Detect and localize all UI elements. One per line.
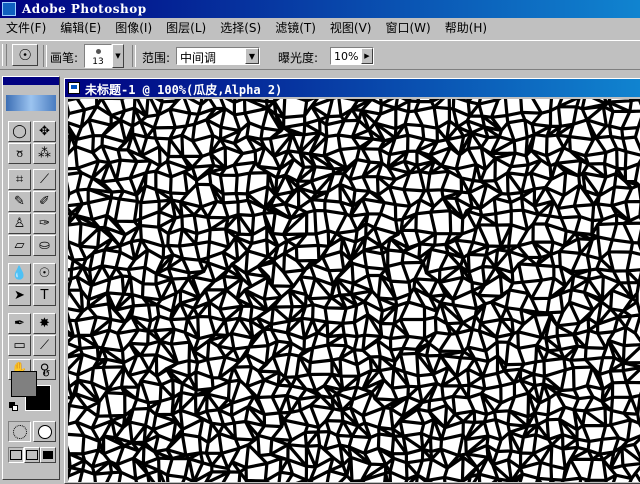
slice-icon: ⟋ — [39, 172, 50, 187]
lasso-icon: ჾ — [16, 146, 23, 161]
eraser-tool[interactable]: ▱ — [8, 235, 31, 256]
menu-file[interactable]: 文件(F) — [0, 18, 54, 38]
brush-preset-picker[interactable]: 13 — [84, 44, 112, 68]
triangle-down-icon: ▼ — [248, 51, 256, 61]
options-bar: ☉ 画笔: 13 ▼ 范围: 中间调 ▼ 曝光度: 10% ▶ — [0, 40, 640, 70]
foreground-color-swatch[interactable] — [11, 371, 37, 397]
healing-brush-icon: ✎ — [14, 194, 25, 209]
clone-stamp-tool[interactable]: ♙ — [8, 213, 31, 234]
app-title-bar[interactable]: Adobe Photoshop — [0, 0, 640, 18]
notes-tool[interactable]: ▭ — [8, 335, 31, 356]
clone-stamp-icon: ♙ — [13, 216, 26, 231]
toolbox-title-bar[interactable] — [3, 77, 59, 85]
standard-mode-icon — [12, 424, 27, 439]
menu-window[interactable]: 窗口(W) — [379, 18, 438, 38]
crop-icon: ⌗ — [15, 172, 24, 187]
options-separator — [43, 45, 47, 67]
paint-bucket-icon: ⛀ — [39, 238, 50, 253]
history-brush-tool[interactable]: ✑ — [33, 213, 56, 234]
swap-colors-icon[interactable]: ↺ — [42, 369, 50, 380]
toolbox-palette: ◯ ✥ ჾ ⁂ ⌗ ⟋ ✎ ✐ ♙ ✑ ▱ ⛀ 💧 ☉ ➤ T ✒ ✸ ▭ ⟋ ✋ ⚲ ↺ — [2, 76, 60, 480]
menu-filter[interactable]: 滤镜(T) — [269, 18, 324, 38]
screen-mode-icon — [43, 451, 53, 459]
move-tool[interactable]: ✥ — [33, 121, 56, 142]
notes-icon: ▭ — [13, 338, 26, 353]
craquelure-pattern — [68, 99, 640, 482]
range-select[interactable]: 中间调 ▼ — [176, 47, 260, 65]
path-selection-tool[interactable]: ➤ — [8, 285, 31, 306]
full-screen-menu-mode-button[interactable] — [24, 447, 40, 463]
triangle-right-icon: ▶ — [364, 52, 370, 60]
slice-tool[interactable]: ⟋ — [33, 169, 56, 190]
blur-tool[interactable]: 💧 — [8, 263, 31, 284]
eyedropper-icon: ⟋ — [39, 338, 50, 353]
history-brush-icon: ✑ — [39, 216, 50, 231]
exposure-field[interactable]: 10% ▶ — [330, 47, 374, 65]
screen-mode-icon — [26, 450, 38, 460]
menu-help[interactable]: 帮助(H) — [439, 18, 495, 38]
screen-mode-icon — [10, 450, 22, 460]
type-tool[interactable]: T — [33, 285, 56, 306]
document-canvas[interactable] — [68, 99, 640, 482]
standard-screen-mode-button[interactable] — [8, 447, 24, 463]
magic-wand-tool[interactable]: ⁂ — [33, 143, 56, 164]
brush-icon: ✐ — [39, 194, 50, 209]
custom-shape-icon: ✸ — [39, 316, 50, 331]
adobe-online-button[interactable] — [6, 95, 56, 111]
full-screen-mode-button[interactable] — [40, 447, 56, 463]
eyedropper-tool[interactable]: ⟋ — [33, 335, 56, 356]
menu-view[interactable]: 视图(V) — [324, 18, 380, 38]
brush-dropdown-button[interactable]: ▼ — [112, 44, 124, 68]
exposure-label: 曝光度: — [278, 51, 319, 65]
dodge-tool-icon: ☉ — [18, 46, 32, 64]
triangle-down-icon: ▼ — [115, 52, 121, 60]
document-title-bar[interactable]: 未标题-1 @ 100%(瓜皮,Alpha 2) — [65, 79, 640, 97]
range-value: 中间调 — [180, 51, 217, 65]
pen-icon: ✒ — [14, 316, 25, 331]
exposure-value: 10% — [334, 50, 359, 63]
custom-shape-tool[interactable]: ✸ — [33, 313, 56, 334]
magic-wand-icon: ⁂ — [38, 146, 51, 161]
dodge-tool[interactable]: ☉ — [33, 263, 56, 284]
healing-brush-tool[interactable]: ✎ — [8, 191, 31, 212]
tool-preset-button[interactable]: ☉ — [12, 44, 38, 66]
color-swatches: ↺ — [9, 369, 57, 413]
brush-size: 13 — [92, 57, 104, 67]
range-label: 范围: — [142, 51, 171, 65]
brush-label: 画笔: — [50, 51, 79, 65]
document-window: 未标题-1 @ 100%(瓜皮,Alpha 2) — [64, 78, 640, 484]
elliptical-marquee-icon: ◯ — [12, 124, 27, 139]
eraser-icon: ▱ — [14, 238, 25, 253]
range-dropdown-button[interactable]: ▼ — [245, 48, 259, 64]
paint-bucket-tool[interactable]: ⛀ — [33, 235, 56, 256]
dodge-icon: ☉ — [38, 266, 51, 281]
path-selection-icon: ➤ — [14, 288, 25, 303]
elliptical-marquee-tool[interactable]: ◯ — [8, 121, 31, 142]
document-title: 未标题-1 @ 100%(瓜皮,Alpha 2) — [85, 83, 283, 97]
app-title: Adobe Photoshop — [22, 2, 147, 16]
standard-mode-button[interactable] — [8, 421, 31, 442]
photoshop-app-icon[interactable] — [2, 2, 16, 16]
menu-image[interactable]: 图像(I) — [109, 18, 160, 38]
lasso-tool[interactable]: ჾ — [8, 143, 31, 164]
menu-edit[interactable]: 编辑(E) — [54, 18, 109, 38]
default-colors-icon[interactable] — [9, 402, 18, 411]
options-separator — [132, 45, 136, 67]
move-icon: ✥ — [39, 124, 50, 139]
blur-drop-icon: 💧 — [11, 266, 28, 281]
quick-mask-icon — [37, 424, 52, 439]
menu-layer[interactable]: 图层(L) — [160, 18, 214, 38]
pen-tool[interactable]: ✒ — [8, 313, 31, 334]
exposure-slider-button[interactable]: ▶ — [361, 48, 373, 64]
type-icon: T — [40, 288, 49, 303]
document-icon[interactable] — [68, 82, 80, 94]
menu-select[interactable]: 选择(S) — [214, 18, 269, 38]
brush-tool[interactable]: ✐ — [33, 191, 56, 212]
crop-tool[interactable]: ⌗ — [8, 169, 31, 190]
brush-tip-icon — [96, 49, 101, 54]
quick-mask-mode-button[interactable] — [33, 421, 56, 442]
menu-bar: 文件(F) 编辑(E) 图像(I) 图层(L) 选择(S) 滤镜(T) 视图(V… — [0, 18, 640, 38]
options-bar-grip[interactable] — [2, 44, 7, 66]
